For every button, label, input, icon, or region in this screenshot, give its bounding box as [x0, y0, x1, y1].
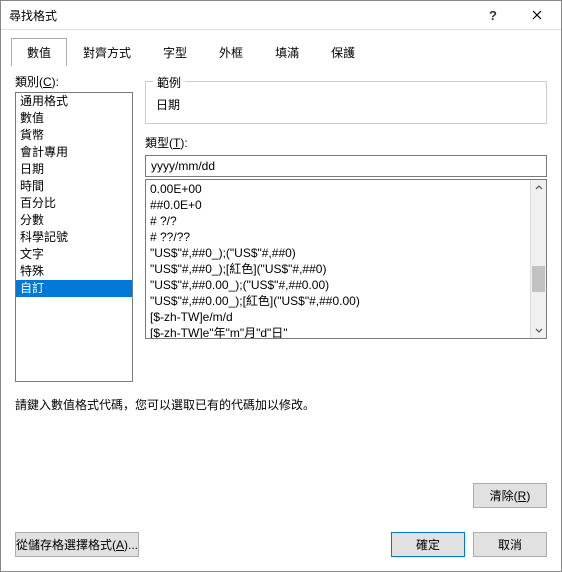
tab-4[interactable]: 填滿 — [259, 38, 315, 66]
sample-group: 範例 日期 — [145, 81, 547, 124]
tab-1[interactable]: 對齊方式 — [67, 38, 147, 66]
format-code-item[interactable]: [$-zh-TW]e/m/d — [150, 309, 526, 325]
format-code-list[interactable]: 0.00E+00##0.0E+0# ?/?# ??/??"US$"#,##0_)… — [146, 180, 530, 338]
format-code-item[interactable]: "US$"#,##0.00_);[紅色]("US$"#,##0.00) — [150, 293, 526, 309]
scroll-down-button[interactable] — [531, 322, 546, 338]
choose-from-cell-button[interactable]: 從儲存格選擇格式(A)... — [15, 532, 139, 557]
sample-value: 日期 — [156, 96, 536, 113]
hint-text: 請鍵入數值格式代碼，您可以選取已有的代碼加以修改。 — [15, 396, 547, 413]
ok-button[interactable]: 確定 — [391, 532, 465, 557]
category-item[interactable]: 特殊 — [16, 263, 132, 280]
scrollbar[interactable] — [530, 180, 546, 338]
help-button[interactable]: ? — [471, 1, 515, 29]
category-item[interactable]: 日期 — [16, 161, 132, 178]
close-button[interactable] — [515, 1, 559, 29]
format-code-list-wrap: 0.00E+00##0.0E+0# ?/?# ??/??"US$"#,##0_)… — [145, 179, 547, 339]
category-item[interactable]: 自訂 — [16, 280, 132, 297]
category-item[interactable]: 時間 — [16, 178, 132, 195]
category-item[interactable]: 百分比 — [16, 195, 132, 212]
tab-bar: 數值對齊方式字型外框填滿保護 — [1, 30, 561, 65]
format-code-item[interactable]: ##0.0E+0 — [150, 197, 526, 213]
dialog-window: 尋找格式 ? 數值對齊方式字型外框填滿保護 類別(C): 通用格式數值貨幣會計專… — [0, 0, 562, 572]
tab-2[interactable]: 字型 — [147, 38, 203, 66]
category-list[interactable]: 通用格式數值貨幣會計專用日期時間百分比分數科學記號文字特殊自訂 — [15, 92, 133, 382]
category-item[interactable]: 通用格式 — [16, 93, 132, 110]
category-item[interactable]: 分數 — [16, 212, 132, 229]
category-item[interactable]: 科學記號 — [16, 229, 132, 246]
tab-5[interactable]: 保護 — [315, 38, 371, 66]
scroll-thumb[interactable] — [532, 266, 545, 292]
cancel-button[interactable]: 取消 — [473, 532, 547, 557]
scroll-up-button[interactable] — [531, 180, 546, 196]
sample-legend: 範例 — [153, 74, 185, 91]
type-label: 類型(T): — [145, 134, 547, 151]
window-title: 尋找格式 — [9, 7, 471, 24]
category-label: 類別(C): — [15, 73, 133, 90]
format-code-item[interactable]: "US$"#,##0.00_);("US$"#,##0.00) — [150, 277, 526, 293]
category-item[interactable]: 貨幣 — [16, 127, 132, 144]
format-code-item[interactable]: "US$"#,##0_);[紅色]("US$"#,##0) — [150, 261, 526, 277]
close-icon — [532, 10, 542, 20]
footer: 從儲存格選擇格式(A)... 確定 取消 — [1, 522, 561, 571]
format-code-item[interactable]: # ??/?? — [150, 229, 526, 245]
format-code-item[interactable]: # ?/? — [150, 213, 526, 229]
format-code-item[interactable]: [$-zh-TW]e"年"m"月"d"日" — [150, 325, 526, 338]
clear-button[interactable]: 清除(R) — [473, 483, 547, 508]
category-item[interactable]: 數值 — [16, 110, 132, 127]
title-bar: 尋找格式 ? — [1, 1, 561, 30]
format-code-item[interactable]: "US$"#,##0_);("US$"#,##0) — [150, 245, 526, 261]
content-area: 類別(C): 通用格式數值貨幣會計專用日期時間百分比分數科學記號文字特殊自訂 範… — [1, 65, 561, 522]
format-code-item[interactable]: 0.00E+00 — [150, 181, 526, 197]
tab-3[interactable]: 外框 — [203, 38, 259, 66]
category-item[interactable]: 文字 — [16, 246, 132, 263]
tab-0[interactable]: 數值 — [11, 38, 67, 66]
category-item[interactable]: 會計專用 — [16, 144, 132, 161]
scroll-track[interactable] — [531, 196, 546, 322]
type-input[interactable] — [145, 155, 547, 177]
